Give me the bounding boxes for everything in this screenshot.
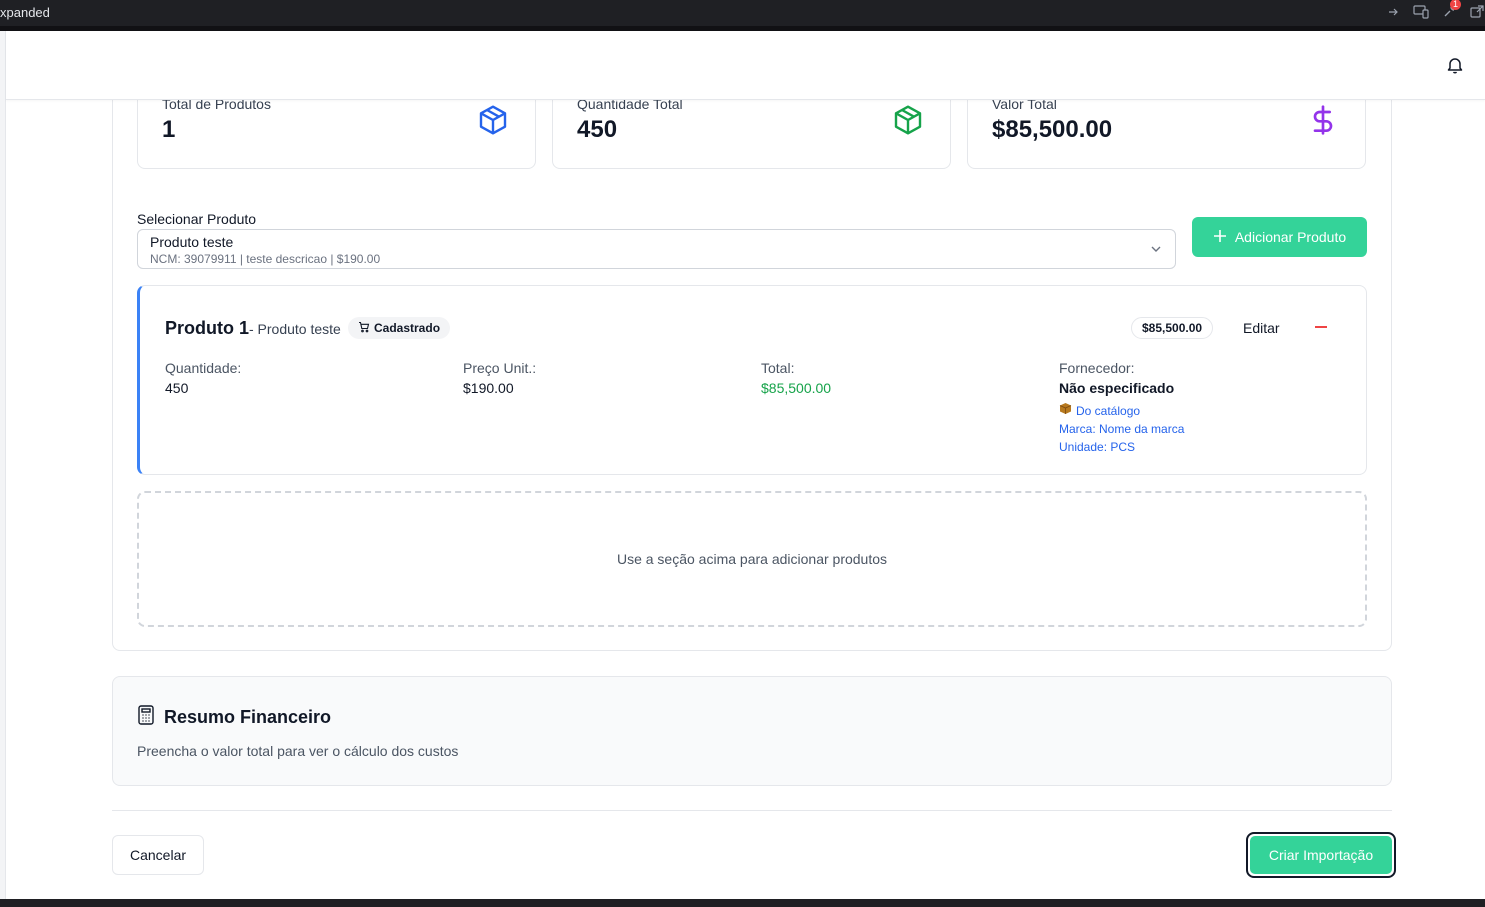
package-icon <box>892 104 924 136</box>
supplier-field: Fornecedor: Não especificado Do catálogo… <box>1059 360 1184 455</box>
create-import-label: Criar Importação <box>1250 836 1392 874</box>
stat-value: 1 <box>162 116 176 143</box>
product-select[interactable]: Produto teste NCM: 39079911 | teste desc… <box>137 229 1176 269</box>
devices-icon[interactable] <box>1413 4 1429 20</box>
chevron-down-icon <box>1149 242 1163 256</box>
product-title: Produto 1 <box>165 318 249 338</box>
add-product-button[interactable]: Adicionar Produto <box>1192 217 1367 257</box>
bell-icon[interactable] <box>1447 56 1463 74</box>
package-icon <box>477 104 509 136</box>
total-value: $85,500.00 <box>761 380 832 396</box>
product-select-label: Selecionar Produto <box>137 211 257 227</box>
products-card: Total de Produtos 1 Quantidade Total 450… <box>112 71 1392 651</box>
dollar-icon <box>1307 104 1339 136</box>
wrench-icon[interactable]: 1 <box>1441 0 1461 20</box>
external-link-icon[interactable] <box>1469 4 1485 20</box>
supplier-value: Não especificado <box>1059 380 1175 396</box>
selected-product-name: Produto teste <box>150 234 234 250</box>
app-page: Total de Produtos 1 Quantidade Total 450… <box>0 31 1485 899</box>
status-badge: Cadastrado <box>348 317 451 339</box>
product-subtitle: - Produto teste <box>249 321 341 337</box>
browser-topbar: xpanded 1 <box>0 0 1485 26</box>
unit-price-label: Preço Unit.: <box>463 360 537 376</box>
financial-summary-heading: Resumo Financeiro <box>137 705 331 730</box>
bottom-bar <box>0 899 1485 907</box>
remove-product-button[interactable] <box>1315 326 1327 328</box>
catalog-link-label: Do catálogo <box>1076 403 1141 418</box>
stat-value: 450 <box>577 116 618 143</box>
unit-link[interactable]: Unidade: PCS <box>1059 439 1184 455</box>
cancel-button[interactable]: Cancelar <box>112 835 204 875</box>
window-title: xpanded <box>0 5 50 20</box>
topbar-icons: 1 <box>1385 0 1485 20</box>
box-icon <box>1059 402 1072 419</box>
quantity-value: 450 <box>165 380 189 396</box>
quantity-field: Quantidade: 450 <box>165 360 241 396</box>
financial-summary-title: Resumo Financeiro <box>164 707 332 727</box>
plus-icon <box>1213 229 1227 246</box>
status-badge-label: Cadastrado <box>374 321 441 335</box>
empty-dropzone: Use a seção acima para adicionar produto… <box>137 491 1367 627</box>
empty-hint: Use a seção acima para adicionar produto… <box>616 551 888 567</box>
total-field: Total: $85,500.00 <box>761 360 831 396</box>
financial-summary-card: Resumo Financeiro Preencha o valor total… <box>112 676 1392 786</box>
cart-icon <box>358 321 370 336</box>
add-product-label: Adicionar Produto <box>1234 229 1347 245</box>
total-label: Total: <box>761 360 795 376</box>
brand-link[interactable]: Marca: Nome da marca <box>1059 421 1184 437</box>
create-import-button[interactable]: Criar Importação <box>1246 832 1396 878</box>
main-content: Total de Produtos 1 Quantidade Total 450… <box>6 71 1485 899</box>
app-header <box>6 31 1485 100</box>
supplier-label: Fornecedor: <box>1059 360 1135 376</box>
catalog-link[interactable]: Do catálogo <box>1059 402 1184 419</box>
financial-summary-description: Preencha o valor total para ver o cálcul… <box>137 743 459 759</box>
price-badge: $85,500.00 <box>1131 317 1214 339</box>
selected-product-details: NCM: 39079911 | teste descricao | $190.0… <box>150 252 381 266</box>
edit-button[interactable]: Editar <box>1243 320 1280 336</box>
unit-price-value: $190.00 <box>463 380 514 396</box>
quantity-label: Quantidade: <box>165 360 242 376</box>
notification-badge: 1 <box>1450 0 1461 10</box>
stat-value: $85,500.00 <box>992 116 1113 143</box>
footer-divider <box>112 810 1392 811</box>
calculator-icon <box>137 705 155 730</box>
arrow-right-icon[interactable] <box>1385 4 1401 20</box>
product-item: Produto 1 - Produto teste Cadastrado $85… <box>137 285 1367 475</box>
unit-price-field: Preço Unit.: $190.00 <box>463 360 536 396</box>
